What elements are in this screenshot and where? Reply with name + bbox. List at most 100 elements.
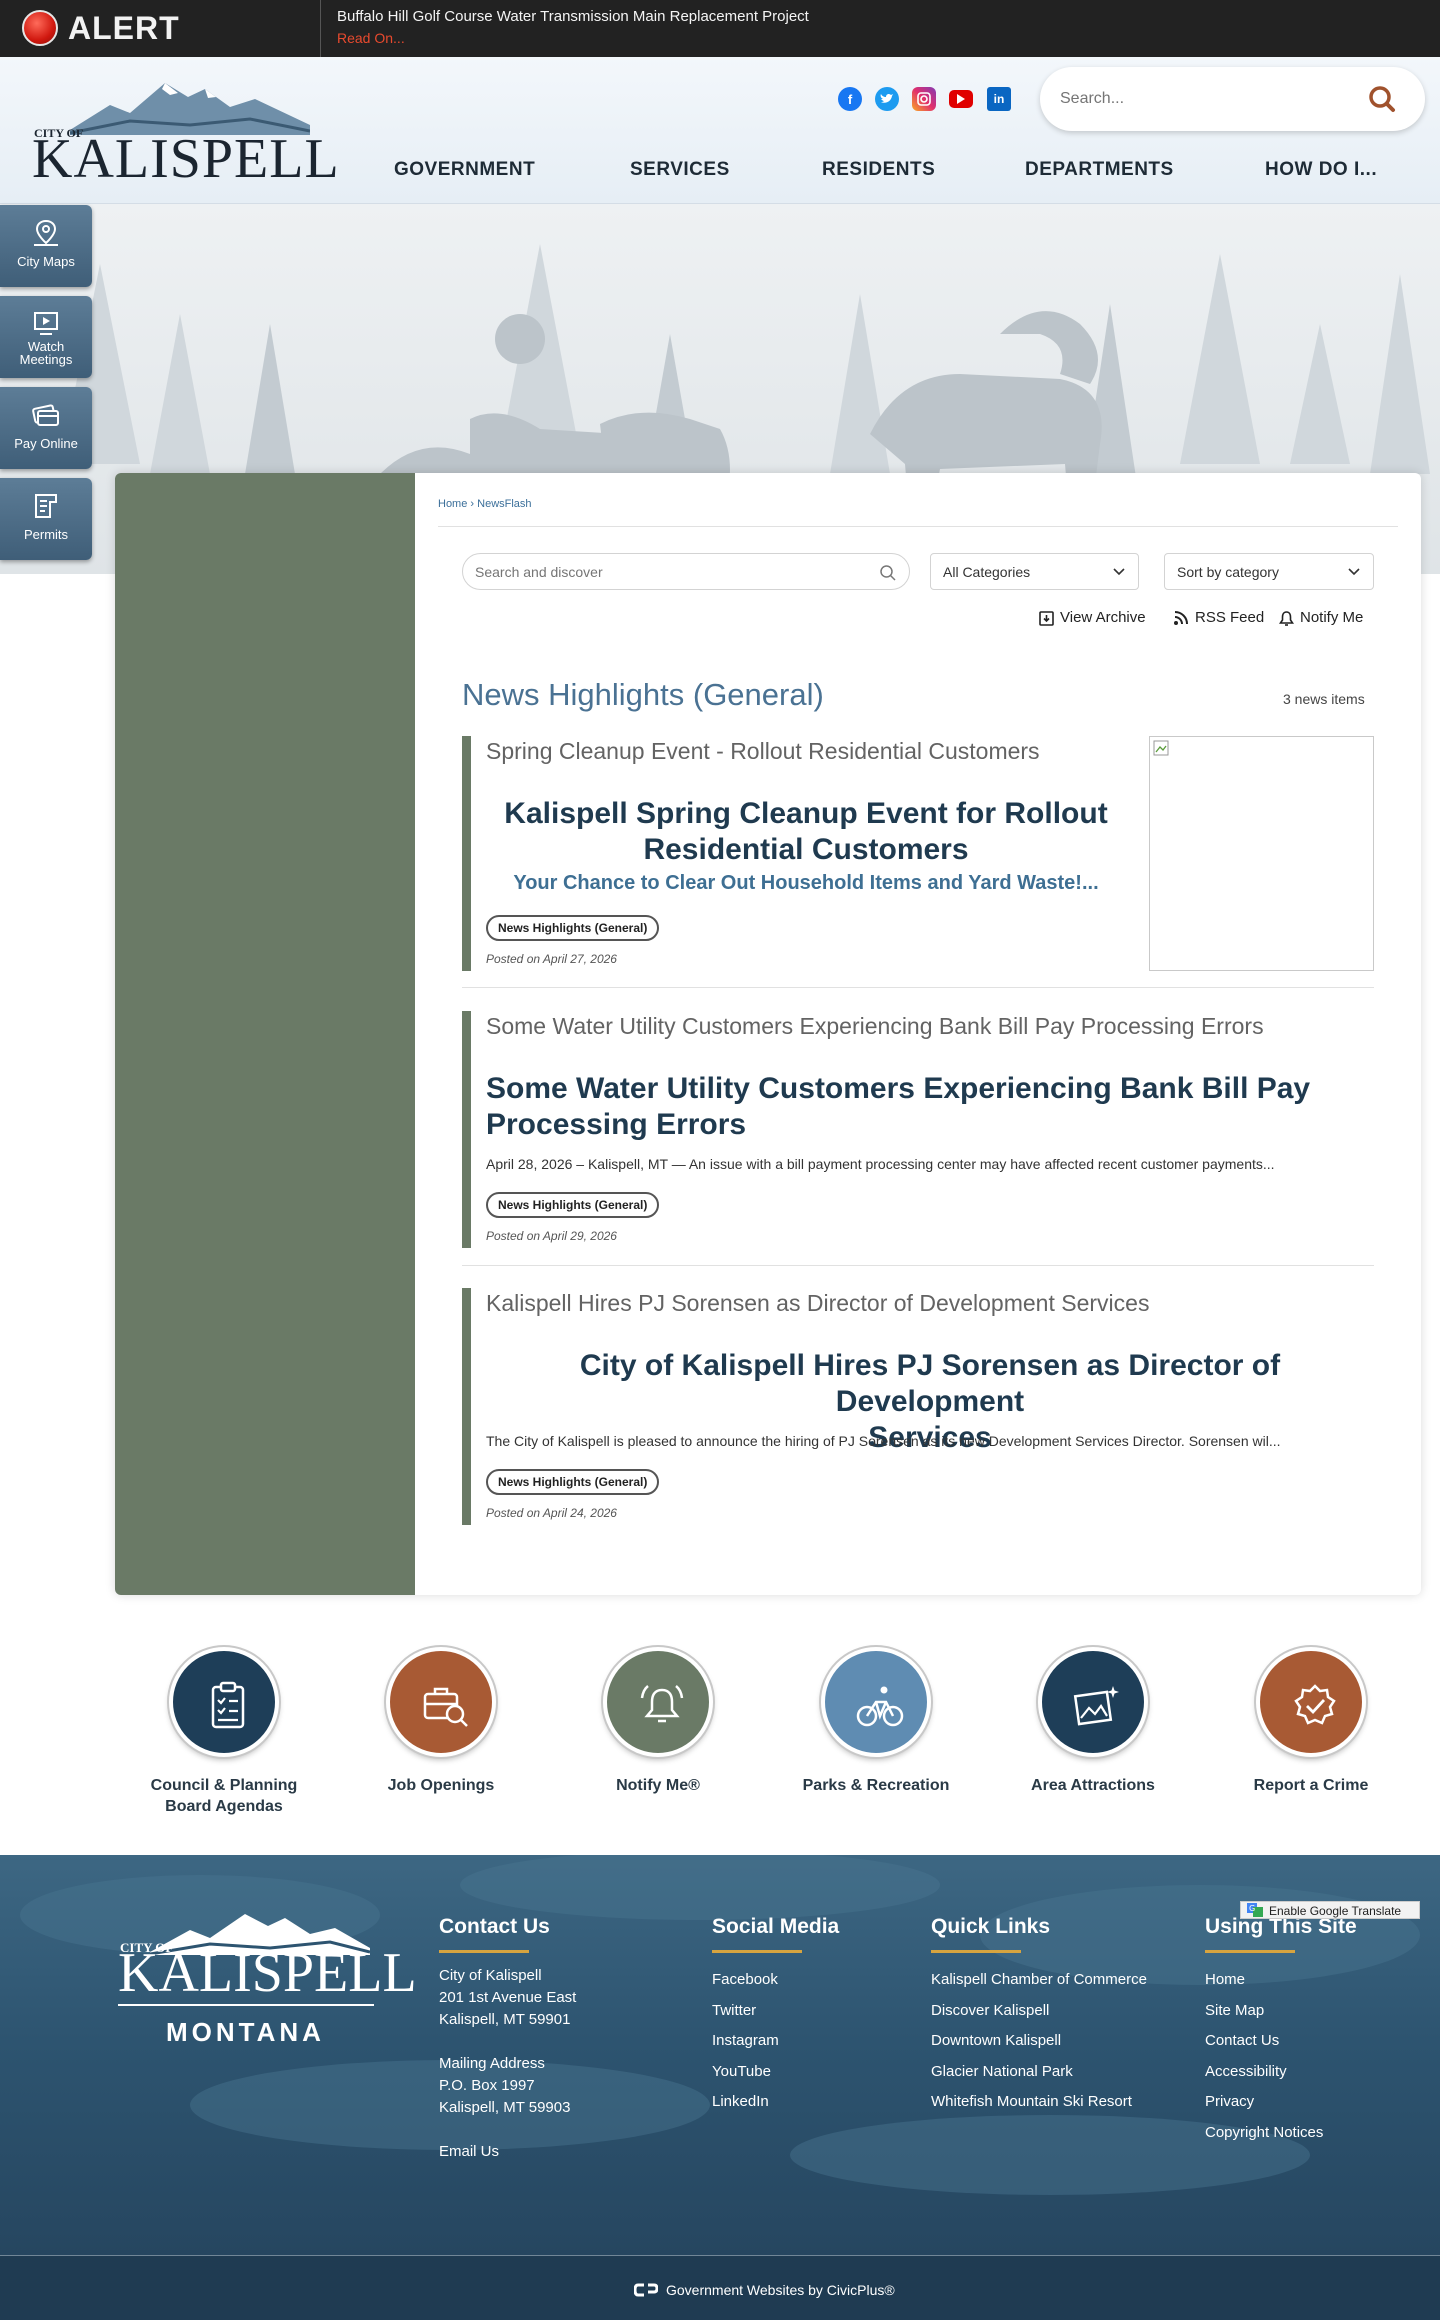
footer-social-title: Social Media [712,1915,840,1938]
news-posted-date: Posted on April 29, 2026 [486,1229,617,1243]
permit-document-icon [35,494,57,518]
instagram-icon[interactable] [912,87,936,111]
footer-link[interactable]: Instagram [712,2026,779,2057]
footer-logo-name[interactable]: KALISPELL [118,1945,417,2001]
news-summary: April 28, 2026 – Kalispell, MT — An issu… [486,1156,1275,1172]
quick-link-label: Area Attractions [1031,1777,1155,1794]
news-category-tag[interactable]: News Highlights (General) [486,1469,660,1495]
category-select[interactable]: All Categories [930,553,1139,590]
contact-line: 201 1st Avenue East [439,1989,577,2006]
site-logo[interactable]: CITY OF KALISPELL [30,75,339,187]
side-button-watch-meetings[interactable]: Watch Meetings [0,296,92,378]
quick-link-circle [1038,1647,1148,1757]
news-thumbnail-image[interactable] [1149,736,1374,971]
footer-link[interactable]: Home [1205,1965,1323,1996]
alert-read-on-link[interactable]: Read On... [337,30,405,46]
map-pin-icon [34,219,58,246]
notify-me-link[interactable]: Notify Me [1278,609,1378,629]
contact-line: Kalispell, MT 59903 [439,2099,571,2116]
news-count: 3 news items [1283,691,1365,707]
youtube-icon[interactable] [949,90,973,108]
footer-title-underline [439,1950,529,1953]
footer-link[interactable]: Facebook [712,1965,779,1996]
sort-select[interactable]: Sort by category [1164,553,1374,590]
news-accent-bar [462,736,471,971]
news-heading-link[interactable]: Spring Cleanup Event - Rollout Residenti… [486,738,1040,765]
search-icon[interactable] [879,564,897,582]
linkedin-icon[interactable]: in [987,87,1011,111]
news-accent-bar [462,1011,471,1248]
footer-link[interactable]: Kalispell Chamber of Commerce [931,1965,1147,1996]
news-category-tag[interactable]: News Highlights (General) [486,915,660,941]
news-heading-link[interactable]: Kalispell Hires PJ Sorensen as Director … [486,1290,1149,1317]
news-item: Some Water Utility Customers Experiencin… [462,1011,1374,1248]
main-content-card: Home › NewsFlash All Categories Sort by … [115,473,1421,1595]
contact-line: Kalispell, MT 59901 [439,2011,571,2028]
facebook-icon[interactable]: f [838,87,862,111]
contact-line: Mailing Address [439,2055,545,2072]
view-archive-link[interactable]: View Archive [1038,609,1163,629]
news-posted-date: Posted on April 24, 2026 [486,1506,617,1520]
footer-link[interactable]: Site Map [1205,1996,1323,2027]
nav-departments[interactable]: DEPARTMENTS [1025,159,1174,181]
news-search-input[interactable] [475,562,865,582]
nav-residents[interactable]: RESIDENTS [822,159,935,181]
footer-link[interactable]: Whitefish Mountain Ski Resort [931,2087,1147,2118]
news-category-tag[interactable]: News Highlights (General) [486,1192,660,1218]
credit-card-icon [32,404,59,426]
footer-link[interactable]: LinkedIn [712,2087,779,2118]
quick-link-label-line-1: Council & Planning [150,1777,298,1794]
footer-social-links: Facebook Twitter Instagram YouTube Linke… [712,1965,779,2118]
site-search-input[interactable] [1060,87,1360,111]
section-title: News Highlights (General) [462,677,824,712]
footer-link[interactable]: Accessibility [1205,2057,1323,2088]
nav-services[interactable]: SERVICES [630,159,730,181]
side-button-pay-online[interactable]: Pay Online [0,387,92,469]
footer-bottom-bar: Government Websites by CivicPlus® [0,2256,1440,2320]
news-title-line-1: Some Water Utility Customers Experiencin… [486,1072,1311,1105]
alert-title[interactable]: Buffalo Hill Golf Course Water Transmiss… [337,8,809,25]
footer-link[interactable]: Discover Kalispell [931,1996,1147,2027]
nav-how-do-i[interactable]: HOW DO I... [1265,159,1377,181]
footer-link[interactable]: YouTube [712,2057,779,2088]
badge-check-icon [1294,1684,1336,1725]
mountain-logo-icon [70,83,310,135]
side-button-city-maps[interactable]: City Maps [0,205,92,287]
side-button-label: City Maps [17,254,75,269]
quick-link-label: Notify Me® [616,1777,700,1794]
email-us-link[interactable]: Email Us [439,2141,576,2163]
bell-ringing-icon [640,1685,684,1723]
footer-link[interactable]: Twitter [712,1996,779,2027]
contact-spacer [439,2119,576,2141]
breadcrumb-home[interactable]: Home [438,498,467,510]
news-heading-link[interactable]: Some Water Utility Customers Experiencin… [486,1013,1264,1040]
svg-text:G: G [1249,1904,1255,1913]
news-search-box [462,553,910,590]
search-icon[interactable] [1366,83,1398,115]
footer-link[interactable]: Downtown Kalispell [931,2026,1147,2057]
footer-link[interactable]: Glacier National Park [931,2057,1147,2088]
rss-feed-link[interactable]: RSS Feed [1173,609,1268,629]
news-subtitle: Your Chance to Clear Out Household Items… [513,872,1099,894]
news-title: Kalispell Spring Cleanup Event for Rollo… [486,796,1126,868]
footer-link[interactable]: Contact Us [1205,2026,1323,2057]
google-translate-button[interactable]: G Enable Google Translate [1240,1901,1420,1919]
footer-title-underline [712,1950,802,1953]
side-button-label: Permits [23,527,69,542]
nav-government[interactable]: GOVERNMENT [394,159,535,181]
alert-icon [22,10,58,46]
twitter-icon[interactable] [875,87,899,111]
quick-link-circle [386,1647,496,1757]
news-item: Spring Cleanup Event - Rollout Residenti… [462,736,1374,971]
site-footer: CITY OF KALISPELL MONTANA Contact Us Cit… [0,1855,1440,2320]
divider [462,1265,1374,1266]
footer-link[interactable]: Copyright Notices [1205,2118,1323,2149]
secondary-sidebar [115,473,415,1595]
bicycle-rider-icon [856,1686,904,1727]
breadcrumb-current[interactable]: NewsFlash [477,498,531,510]
side-button-permits[interactable]: Permits [0,478,92,560]
quick-link-circle [821,1647,931,1757]
footer-quick-title: Quick Links [931,1915,1051,1938]
footer-link[interactable]: Privacy [1205,2087,1323,2118]
quick-link-label: Job Openings [387,1777,495,1794]
